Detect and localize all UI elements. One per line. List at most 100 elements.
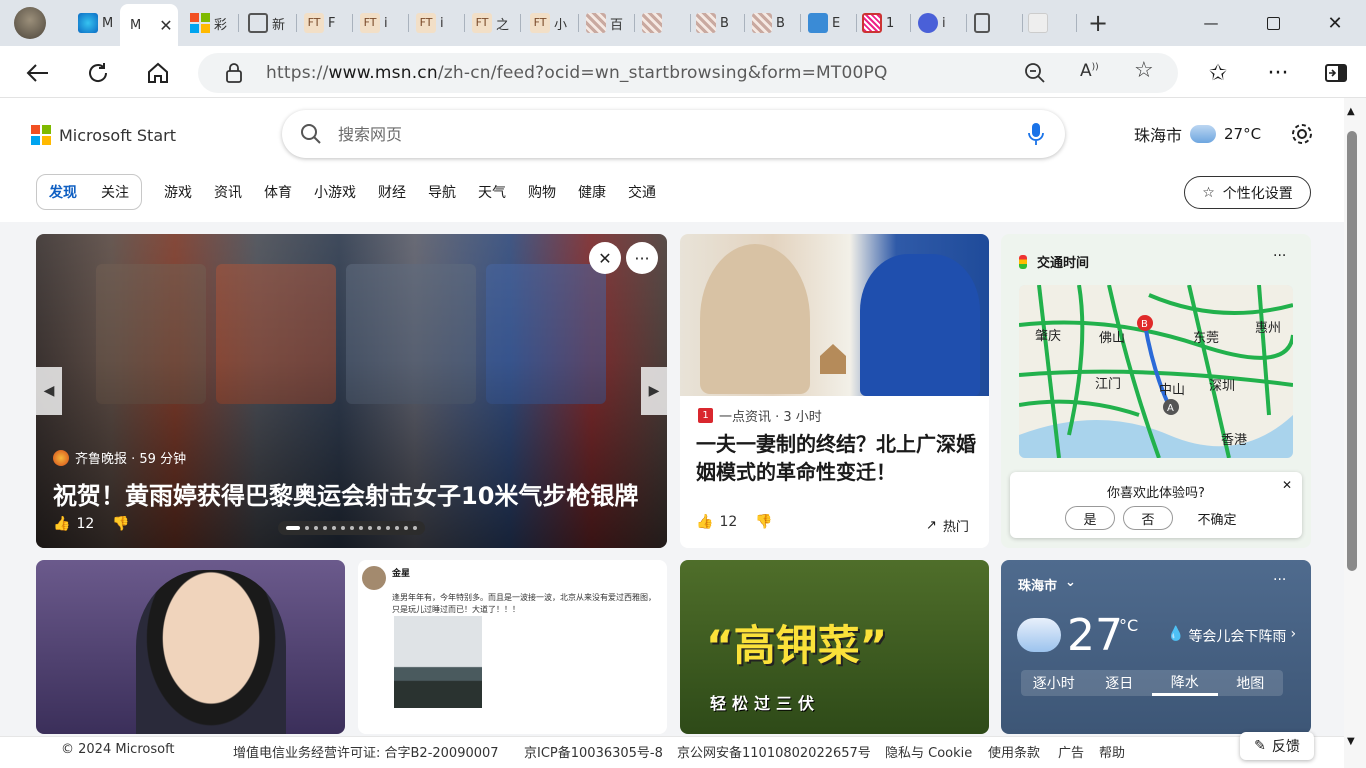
weather-note[interactable]: 💧 等会儿会下阵雨 › <box>1167 626 1296 646</box>
tab-msn-inactive[interactable]: M <box>78 4 118 42</box>
nav-item-navigation[interactable]: 导航 <box>428 182 456 202</box>
address-bar[interactable]: https://www.msn.cn/zh-cn/feed?ocid=wn_st… <box>198 53 1178 93</box>
card2-title[interactable]: 一夫一妻制的终结？北上广深婚姻模式的革命性变迁！ <box>696 430 976 486</box>
tab-ft-4[interactable]: FT 之 <box>472 4 521 42</box>
tab-ft-2[interactable]: FT i <box>360 4 409 42</box>
tab-follow[interactable]: 关注 <box>101 182 129 202</box>
back-button[interactable] <box>20 55 56 91</box>
news-card-weibo[interactable]: 金星 逢男年年有，今年特别多。而且是一波接一波，北京从来没有爱过西雅图，只是玩儿… <box>358 560 667 734</box>
feedback-no-button[interactable]: 否 <box>1123 506 1173 530</box>
weather-widget[interactable]: 珠海市 ⌄ ··· 27 °C 💧 等会儿会下阵雨 › 逐小时 逐日 降水 地图 <box>1001 560 1311 734</box>
tab-outlook[interactable]: E <box>808 4 857 42</box>
close-icon[interactable]: ✕ <box>159 16 172 35</box>
tab-msn-active[interactable]: M ✕ <box>120 4 178 46</box>
hero-title[interactable]: 祝贺！黄雨婷获得巴黎奥运会射击女子10米气步枪银牌 <box>53 476 638 511</box>
tab-people[interactable] <box>1028 4 1077 42</box>
favorites-button[interactable]: ✩ <box>1200 55 1236 91</box>
hero-more-button[interactable]: ··· <box>626 242 658 274</box>
carousel-next-button[interactable]: ▶ <box>641 367 667 415</box>
nav-item-sports[interactable]: 体育 <box>264 182 292 202</box>
news-card-marriage[interactable]: 1 一点资讯 · 3 小时 一夫一妻制的终结？北上广深婚姻模式的革命性变迁！ 👍… <box>680 234 989 548</box>
tab-discover[interactable]: 发现 <box>49 182 77 202</box>
thumbs-down-icon[interactable]: 👎 <box>112 516 129 532</box>
feedback-unsure-button[interactable]: 不确定 <box>1186 506 1248 530</box>
favorite-star-icon[interactable]: ☆ <box>1134 58 1154 83</box>
read-aloud-icon[interactable]: A)) <box>1080 61 1099 81</box>
nav-item-finance[interactable]: 财经 <box>378 182 406 202</box>
nav-item-shopping[interactable]: 购物 <box>528 182 556 202</box>
tab-hourly[interactable]: 逐小时 <box>1021 670 1087 696</box>
search-box[interactable] <box>282 110 1065 158</box>
traffic-widget[interactable]: 交通时间 ··· B A 肇庆 佛山 东莞 惠州 江门 中山 深圳 香港 你喜欢… <box>1001 234 1311 548</box>
tab-pattern-2[interactable] <box>642 4 691 42</box>
footer-police-link[interactable]: 京公网安备11010802022657号 <box>677 742 871 761</box>
more-button[interactable]: ··· <box>1260 55 1296 91</box>
url-text[interactable]: https://www.msn.cn/zh-cn/feed?ocid=wn_st… <box>266 63 888 83</box>
carousel-indicator[interactable] <box>278 521 425 535</box>
footer-icp-link[interactable]: 京ICP备10036305号-8 <box>524 742 663 761</box>
close-icon[interactable]: ✕ <box>1282 478 1292 492</box>
restore-button[interactable] <box>1250 0 1296 46</box>
minimize-button[interactable]: — <box>1188 0 1234 46</box>
footer-license-link[interactable]: 增值电信业务经营许可证: 合字B2-20090007 <box>233 742 499 761</box>
thumbs-up-icon[interactable]: 👍 <box>696 514 713 530</box>
gear-icon[interactable] <box>1291 123 1313 145</box>
scroll-up-icon[interactable]: ▲ <box>1347 106 1355 117</box>
tab-stripe[interactable]: 1 <box>862 4 911 42</box>
stripe-icon <box>862 13 882 33</box>
microphone-icon[interactable] <box>1028 122 1044 146</box>
close-window-button[interactable]: ✕ <box>1312 0 1358 46</box>
traffic-more-button[interactable]: ··· <box>1273 248 1286 264</box>
carousel-prev-button[interactable]: ◀ <box>36 367 62 415</box>
scroll-down-icon[interactable]: ▼ <box>1347 736 1355 747</box>
nav-item-games[interactable]: 游戏 <box>164 182 192 202</box>
hero-source[interactable]: 齐鲁晚报 · 59 分钟 <box>53 448 186 467</box>
header-weather[interactable]: 珠海市 27°C <box>1134 122 1313 146</box>
profile-button[interactable] <box>14 4 54 42</box>
scrollbar[interactable]: ▲ ▼ <box>1344 98 1366 768</box>
footer-help-link[interactable]: 帮助 <box>1099 742 1125 761</box>
tab-ft-3[interactable]: FT i <box>416 4 465 42</box>
new-tab-button[interactable]: + <box>1088 4 1118 42</box>
weather-location[interactable]: 珠海市 ⌄ <box>1018 575 1076 594</box>
personalize-button[interactable]: ☆ 个性化设置 <box>1184 176 1311 209</box>
zoom-icon[interactable] <box>1024 62 1046 84</box>
tab-pattern-3[interactable]: B <box>696 4 745 42</box>
tab-baidu[interactable]: i <box>918 4 967 42</box>
nav-item-health[interactable]: 健康 <box>578 182 606 202</box>
tab-daily[interactable]: 逐日 <box>1087 670 1153 696</box>
nav-item-minigames[interactable]: 小游戏 <box>314 182 356 202</box>
brand-logo[interactable]: Microsoft Start <box>31 125 176 145</box>
feedback-button[interactable]: ✎ 反馈 <box>1240 732 1314 760</box>
tab-ft-5[interactable]: FT 小 <box>530 4 579 42</box>
footer-ads-link[interactable]: 广告 <box>1058 742 1084 761</box>
tab-calendar[interactable]: 新 <box>248 4 297 42</box>
traffic-map[interactable]: B A 肇庆 佛山 东莞 惠州 江门 中山 深圳 香港 <box>1019 285 1293 458</box>
refresh-button[interactable] <box>80 55 116 91</box>
tab-pattern-1[interactable]: 百 <box>586 4 635 42</box>
tab-ft-1[interactable]: FT F <box>304 4 353 42</box>
tab-precipitation[interactable]: 降水 <box>1152 670 1218 696</box>
tab-map[interactable]: 地图 <box>1218 670 1284 696</box>
hero-carousel[interactable]: ✕ ··· ◀ ▶ 齐鲁晚报 · 59 分钟 祝贺！黄雨婷获得巴黎奥运会射击女子… <box>36 234 667 548</box>
card2-source[interactable]: 1 一点资讯 · 3 小时 <box>698 406 822 425</box>
dismiss-button[interactable]: ✕ <box>589 242 621 274</box>
nav-item-traffic[interactable]: 交通 <box>628 182 656 202</box>
tab-store[interactable]: 彩 <box>190 4 239 42</box>
news-card-portrait[interactable] <box>36 560 345 734</box>
thumbs-down-icon[interactable]: 👎 <box>755 514 772 530</box>
footer-terms-link[interactable]: 使用条款 <box>988 742 1040 761</box>
nav-item-news[interactable]: 资讯 <box>214 182 242 202</box>
home-button[interactable] <box>140 55 176 91</box>
nav-item-weather[interactable]: 天气 <box>478 182 506 202</box>
thumbs-up-icon[interactable]: 👍 <box>53 516 70 532</box>
search-input[interactable] <box>338 123 978 145</box>
tab-pattern-4[interactable]: B <box>752 4 801 42</box>
footer-privacy-link[interactable]: 隐私与 Cookie <box>885 742 972 761</box>
sidebar-button[interactable] <box>1318 55 1354 91</box>
feedback-yes-button[interactable]: 是 <box>1065 506 1115 530</box>
tab-document[interactable] <box>974 4 1023 42</box>
news-card-vegetable[interactable]: “高钾菜” 轻松过三伏 <box>680 560 989 734</box>
scrollbar-thumb[interactable] <box>1347 131 1357 571</box>
weather-more-button[interactable]: ··· <box>1273 572 1286 588</box>
